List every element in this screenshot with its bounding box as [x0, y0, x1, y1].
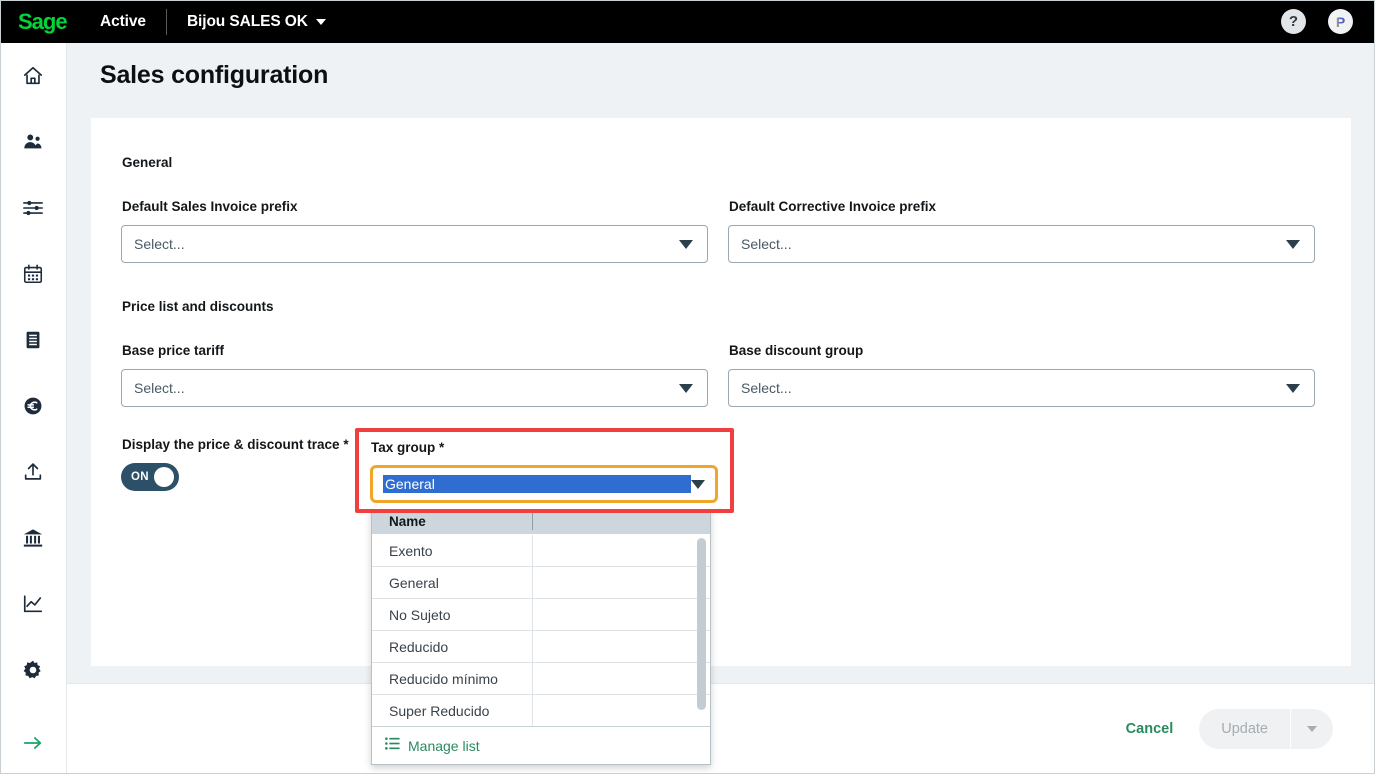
- sliders-icon: [22, 197, 44, 219]
- column-divider: [532, 512, 533, 530]
- sidebar-item-contacts[interactable]: [0, 109, 67, 175]
- sidebar-item-payments[interactable]: [0, 373, 67, 439]
- company-name-label: Bijou SALES OK: [186, 12, 308, 30]
- chevron-down-icon: [315, 18, 326, 25]
- home-icon: [22, 65, 44, 87]
- tax-group-highlight-box: Tax group * General: [355, 428, 734, 513]
- manage-list-label: Manage list: [408, 737, 480, 754]
- update-options-button[interactable]: [1291, 709, 1333, 749]
- sidebar-item-documents[interactable]: [0, 307, 67, 373]
- chevron-down-icon: [1286, 383, 1300, 393]
- chevron-down-icon: [1307, 726, 1317, 732]
- question-mark-icon: ?: [1288, 13, 1299, 30]
- label-default-sales-invoice-prefix: Default Sales Invoice prefix: [122, 199, 298, 214]
- list-item[interactable]: Reducido: [372, 631, 710, 663]
- chevron-down-icon: [679, 383, 693, 393]
- bank-icon: [22, 527, 44, 549]
- svg-text:Sage: Sage: [18, 9, 67, 34]
- toggle-knob: [153, 467, 174, 487]
- dropdown-scrollbar[interactable]: [697, 538, 706, 710]
- column-divider-line: [532, 535, 533, 726]
- currency-euro-icon: [22, 395, 44, 417]
- sidebar-item-reports[interactable]: [0, 571, 67, 637]
- combobox-tax-group[interactable]: General: [370, 465, 718, 503]
- select-base-price-tariff[interactable]: Select...: [121, 369, 708, 407]
- update-button[interactable]: Update: [1199, 709, 1290, 749]
- footer-action-bar: Cancel Update: [67, 683, 1375, 774]
- select-default-corrective-invoice-prefix[interactable]: Select...: [728, 225, 1315, 263]
- list-item[interactable]: No Sujeto: [372, 599, 710, 631]
- calendar-icon: [22, 263, 44, 285]
- chevron-down-icon[interactable]: [691, 479, 705, 489]
- label-tax-group: Tax group *: [371, 440, 445, 455]
- list-item[interactable]: General: [372, 567, 710, 599]
- arrow-right-icon: [21, 732, 45, 759]
- sidebar-item-settings-sliders[interactable]: [0, 175, 67, 241]
- label-base-price-tariff: Base price tariff: [122, 343, 225, 358]
- select-base-discount-group[interactable]: Select...: [728, 369, 1315, 407]
- sidebar-navigation: [0, 43, 67, 774]
- topbar-actions: ? P: [1281, 9, 1353, 34]
- update-button-group: Update: [1199, 709, 1333, 749]
- sidebar-item-upload[interactable]: [0, 439, 67, 505]
- sidebar-item-banking[interactable]: [0, 505, 67, 571]
- sidebar-item-calendar[interactable]: [0, 241, 67, 307]
- dropdown-column-header-name: Name: [389, 513, 426, 529]
- gear-icon: [22, 659, 44, 681]
- label-base-discount-group: Base discount group: [729, 343, 864, 358]
- top-navigation-bar: Sage Active Bijou SALES OK ? P: [0, 0, 1375, 43]
- expand-sidebar-button[interactable]: [0, 716, 67, 774]
- select-value-base-price-tariff: Select...: [134, 380, 185, 396]
- select-value-default-sales-invoice-prefix: Select...: [134, 236, 185, 252]
- sidebar-item-configuration[interactable]: [0, 637, 67, 703]
- people-icon: [22, 131, 44, 153]
- select-value-base-discount-group: Select...: [741, 380, 792, 396]
- section-title-price-list: Price list and discounts: [122, 299, 274, 314]
- list-item[interactable]: Reducido mínimo: [372, 663, 710, 695]
- sidebar-item-home[interactable]: [0, 43, 67, 109]
- toggle-state-label: ON: [131, 471, 149, 483]
- label-default-corrective-invoice-prefix: Default Corrective Invoice prefix: [729, 199, 937, 214]
- select-default-sales-invoice-prefix[interactable]: Select...: [121, 225, 708, 263]
- upload-icon: [22, 461, 44, 483]
- label-display-price-discount-trace: Display the price & discount trace *: [122, 437, 349, 452]
- chart-line-icon: [22, 593, 44, 615]
- tax-group-input-value[interactable]: General: [383, 475, 691, 493]
- dropdown-options-list[interactable]: Exento General No Sujeto Reducido Reduci…: [372, 534, 710, 726]
- settings-card: General Default Sales Invoice prefix Sel…: [91, 118, 1351, 666]
- company-selector[interactable]: Bijou SALES OK: [187, 13, 326, 31]
- list-item[interactable]: Super Reducido: [372, 695, 710, 726]
- tax-group-dropdown-panel: Name Exento General No Sujeto Reducido R…: [371, 507, 711, 765]
- toggle-display-price-discount-trace[interactable]: ON: [121, 463, 179, 491]
- section-title-general: General: [122, 155, 173, 170]
- chevron-down-icon: [679, 239, 693, 249]
- app-root: Sage Active Bijou SALES OK ? P Sales con…: [0, 0, 1375, 774]
- document-icon: [22, 329, 44, 351]
- chevron-down-icon: [1286, 239, 1300, 249]
- select-value-default-corrective-invoice-prefix: Select...: [741, 236, 792, 252]
- app-name-label: Active: [100, 12, 146, 30]
- help-button[interactable]: ?: [1281, 9, 1306, 34]
- page-title: Sales configuration: [100, 61, 329, 89]
- page-content: Sales configuration General Default Sale…: [67, 43, 1375, 755]
- list-item[interactable]: Exento: [372, 535, 710, 567]
- avatar[interactable]: P: [1328, 9, 1353, 34]
- list-icon: [385, 736, 400, 755]
- sage-logo[interactable]: Sage: [18, 9, 80, 35]
- cancel-button[interactable]: Cancel: [1126, 721, 1174, 737]
- topbar-divider: [165, 8, 167, 35]
- manage-list-button[interactable]: Manage list: [372, 726, 710, 764]
- avatar-initial: P: [1335, 13, 1346, 30]
